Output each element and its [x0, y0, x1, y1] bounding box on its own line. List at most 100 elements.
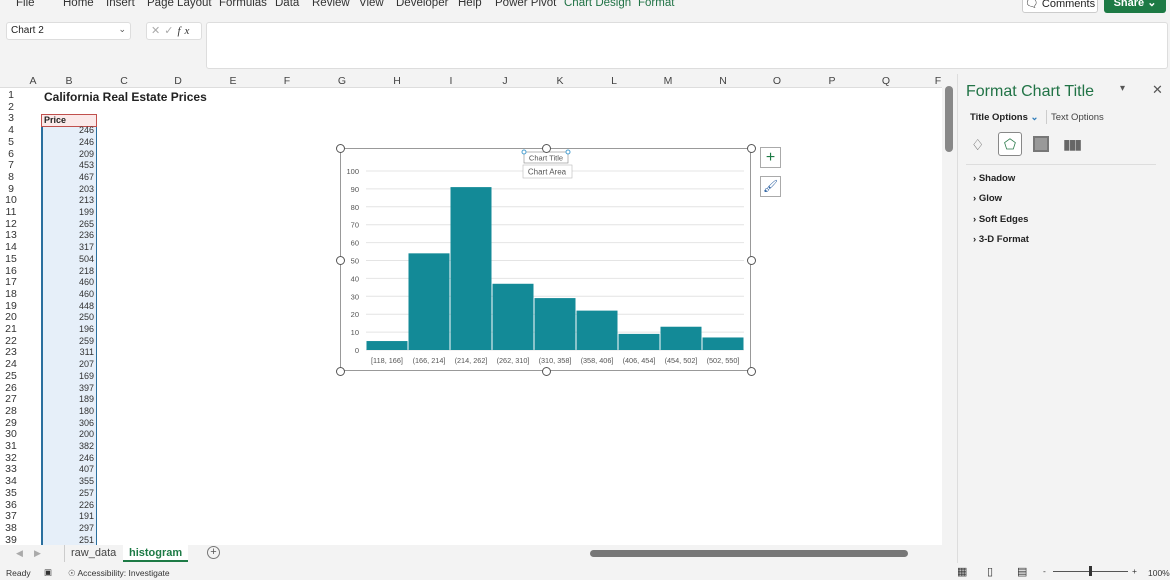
close-icon[interactable]: ✕ — [1152, 82, 1163, 98]
prev-sheet-icon[interactable]: ◀ — [16, 548, 23, 559]
cell-price[interactable]: 448 — [42, 301, 97, 313]
column-header[interactable]: F — [932, 75, 942, 87]
menu-data[interactable]: Data — [275, 0, 299, 9]
cell-price[interactable]: 259 — [42, 336, 97, 348]
cell-price[interactable]: 453 — [42, 160, 97, 172]
column-header[interactable]: E — [227, 75, 239, 87]
column-header[interactable]: P — [826, 75, 838, 87]
column-header[interactable]: B — [63, 75, 75, 87]
share-button[interactable]: Share ⌄ — [1104, 0, 1166, 13]
row-header[interactable]: 8 — [0, 171, 22, 184]
fx-icon[interactable]: fx — [177, 25, 193, 37]
cell-price[interactable]: 196 — [42, 324, 97, 336]
cell-price[interactable]: 213 — [42, 195, 97, 207]
menu-insert[interactable]: Insert — [106, 0, 135, 9]
cell-price[interactable]: 265 — [42, 219, 97, 231]
histogram-bar[interactable] — [618, 333, 660, 350]
resize-handle[interactable] — [336, 367, 345, 376]
cell-price[interactable]: 203 — [42, 184, 97, 196]
cell-price[interactable]: 460 — [42, 277, 97, 289]
zoom-slider-thumb[interactable] — [1089, 566, 1092, 576]
cell-price[interactable]: 311 — [42, 347, 97, 359]
row-header[interactable]: 11 — [0, 206, 22, 219]
histogram-bar[interactable] — [450, 187, 492, 350]
resize-handle[interactable] — [747, 255, 756, 265]
zoom-out-icon[interactable]: - — [1043, 566, 1046, 576]
zoom-level[interactable]: 100% — [1148, 568, 1170, 578]
cell-price[interactable]: 382 — [42, 441, 97, 453]
row-header[interactable]: 1 — [0, 89, 22, 102]
tab-raw-data[interactable]: raw_data — [64, 545, 122, 562]
cell-price[interactable]: 257 — [42, 488, 97, 500]
cell-price[interactable]: 191 — [42, 511, 97, 523]
chart-options-icon[interactable]: ▮▮▮ — [1063, 136, 1082, 153]
cell-price[interactable]: 226 — [42, 500, 97, 512]
tab-title-options[interactable]: Title Options ⌄ — [970, 112, 1039, 123]
macro-icon[interactable]: ▣ — [44, 567, 52, 578]
horizontal-scroll-thumb[interactable] — [590, 550, 908, 557]
menu-chart-design[interactable]: Chart Design — [564, 0, 631, 9]
resize-handle[interactable] — [747, 144, 756, 153]
cell-price[interactable]: 200 — [42, 429, 97, 441]
section-3-d-format[interactable]: › 3-D Format — [973, 234, 1029, 245]
menu-power-pivot[interactable]: Power Pivot — [495, 0, 556, 9]
cell-price[interactable]: 236 — [42, 230, 97, 242]
cell-price[interactable]: 407 — [42, 464, 97, 476]
column-header[interactable]: N — [717, 75, 729, 87]
title-handle[interactable] — [565, 149, 571, 155]
column-header[interactable]: M — [662, 75, 674, 87]
resize-handle[interactable] — [336, 255, 345, 265]
cell-price[interactable]: 207 — [42, 359, 97, 371]
column-header[interactable]: F — [281, 75, 293, 87]
page-layout-icon[interactable]: ▯ — [987, 565, 993, 578]
histogram-bar[interactable] — [576, 310, 618, 350]
tab-histogram[interactable]: histogram — [123, 545, 189, 562]
column-header[interactable]: A — [27, 75, 39, 87]
pane-options-icon[interactable]: ▾ — [1120, 83, 1125, 94]
histogram-bar[interactable] — [366, 341, 408, 350]
column-header[interactable]: D — [172, 75, 184, 87]
column-header[interactable]: G — [336, 75, 348, 87]
histogram-bar[interactable] — [408, 253, 450, 350]
column-header[interactable]: I — [445, 75, 457, 87]
cell-price[interactable]: 397 — [42, 383, 97, 395]
histogram-bar[interactable] — [702, 337, 744, 350]
enter-icon[interactable]: ✓ — [164, 25, 177, 37]
cell-price[interactable]: 246 — [42, 137, 97, 149]
column-header[interactable]: K — [554, 75, 566, 87]
row-header[interactable]: 21 — [0, 323, 22, 336]
cancel-icon[interactable]: ✕ — [151, 25, 164, 37]
row-header[interactable]: 25 — [0, 370, 22, 383]
section-shadow[interactable]: › Shadow — [973, 173, 1015, 184]
title-handle[interactable] — [521, 149, 527, 155]
section-glow[interactable]: › Glow — [973, 193, 1002, 204]
page-break-icon[interactable]: ▤ — [1017, 565, 1027, 578]
effects-icon[interactable]: ⬠ — [998, 132, 1022, 156]
fill-line-icon[interactable]: ♢ — [971, 136, 984, 154]
column-header[interactable]: C — [118, 75, 130, 87]
row-header[interactable]: 31 — [0, 440, 22, 453]
add-sheet-icon[interactable]: + — [207, 546, 220, 559]
column-header[interactable]: H — [391, 75, 403, 87]
cell-price[interactable]: 306 — [42, 418, 97, 430]
menu-help[interactable]: Help — [458, 0, 482, 9]
menu-page-layout[interactable]: Page Layout — [147, 0, 212, 9]
histogram-bar[interactable] — [534, 298, 576, 350]
menu-view[interactable]: View — [359, 0, 384, 9]
cell-price[interactable]: 504 — [42, 254, 97, 266]
row-header[interactable]: 28 — [0, 405, 22, 418]
menu-review[interactable]: Review — [312, 0, 350, 9]
histogram-bar[interactable] — [660, 326, 702, 350]
cell-price[interactable]: 218 — [42, 266, 97, 278]
resize-handle[interactable] — [747, 367, 756, 376]
cell-price[interactable]: 467 — [42, 172, 97, 184]
tab-text-options[interactable]: Text Options — [1051, 112, 1104, 123]
resize-handle[interactable] — [541, 144, 551, 153]
cell-price[interactable]: 251 — [42, 535, 97, 545]
cell-price[interactable]: 246 — [42, 125, 97, 137]
column-header[interactable]: O — [771, 75, 783, 87]
cell-price[interactable]: 199 — [42, 207, 97, 219]
cell-price[interactable]: 460 — [42, 289, 97, 301]
zoom-in-icon[interactable]: + — [1132, 566, 1137, 576]
resize-handle[interactable] — [541, 367, 551, 376]
